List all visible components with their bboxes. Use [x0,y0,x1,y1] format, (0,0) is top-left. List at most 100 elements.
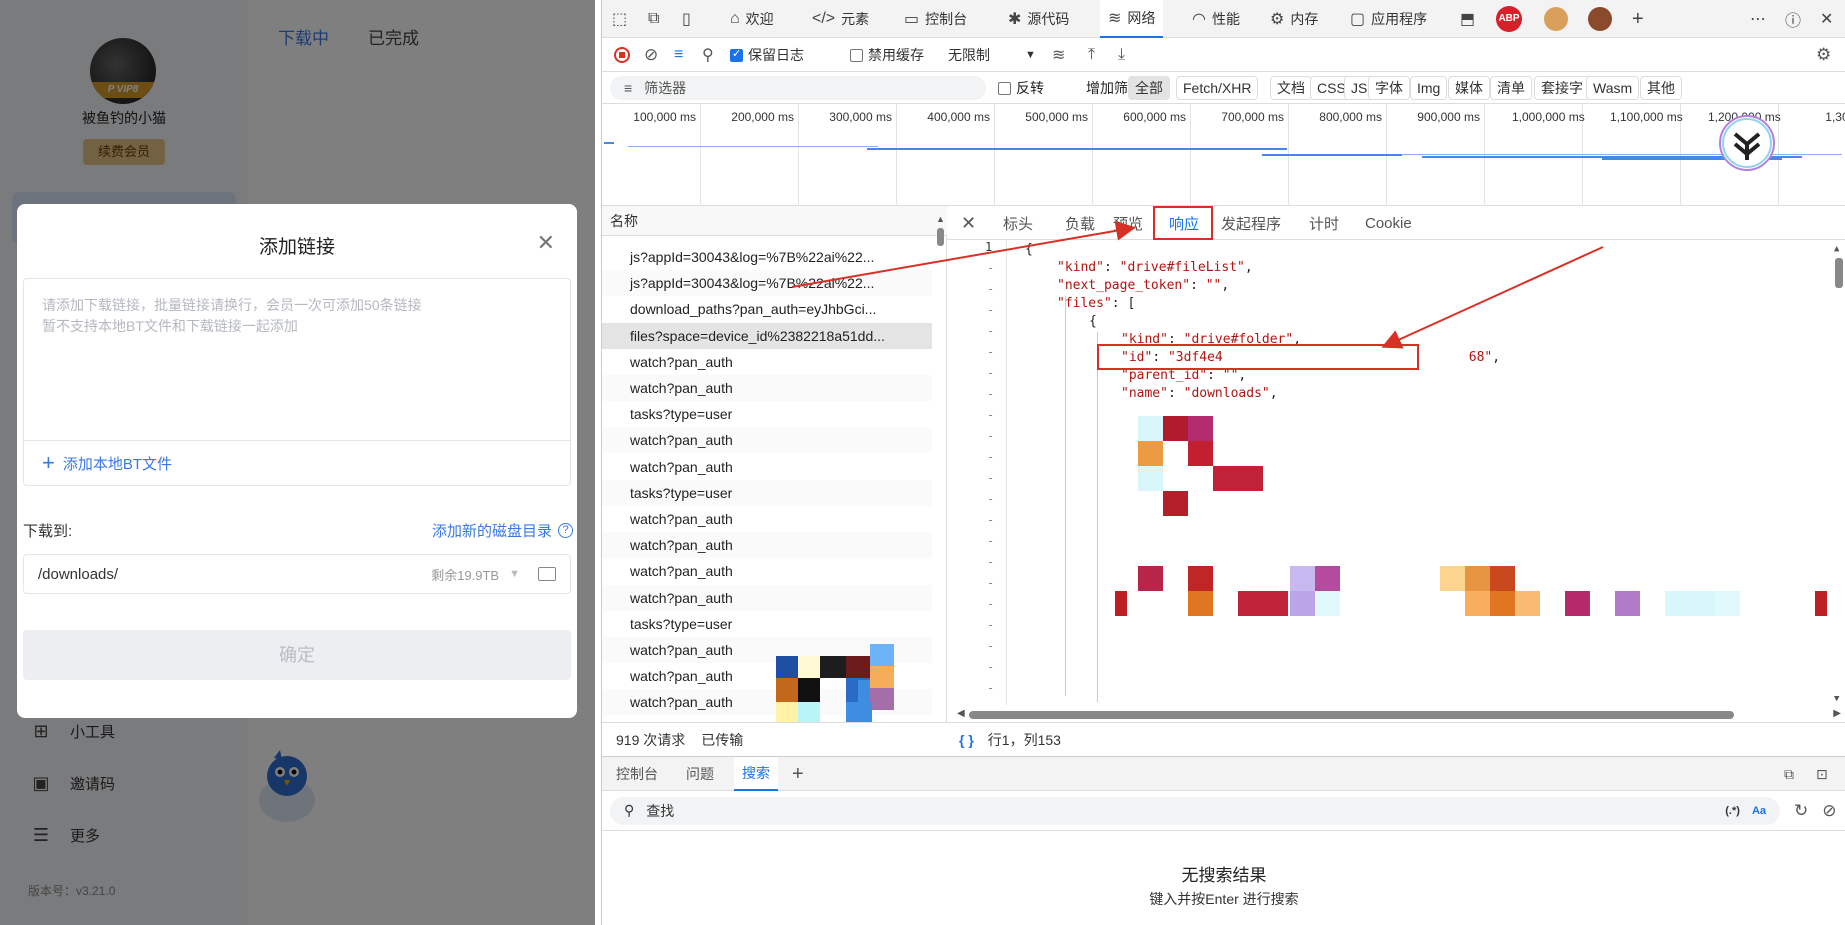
drawer-tab-issues[interactable]: 问题 [686,757,714,791]
filter-input[interactable]: ≡ 筛选器 [610,76,986,100]
confirm-button[interactable]: 确定 [23,630,571,680]
request-row[interactable]: watch?pan_auth [602,584,932,611]
request-row[interactable]: watch?pan_auth [602,454,932,480]
request-row[interactable]: watch?pan_auth [602,427,932,454]
search-icon[interactable]: ⚲ [702,38,714,72]
inspect-icon[interactable]: ⧉ [648,0,659,38]
abp-extension[interactable]: ABP [1496,0,1522,38]
regex-toggle[interactable]: (.*) [1725,805,1740,817]
timeline-gridline [1092,104,1093,206]
link-textarea[interactable]: 请添加下载链接，批量链接请换行，会员一次可添加50条链接 暂不支持本地BT文件和… [23,278,571,440]
request-row[interactable]: watch?pan_auth [602,558,932,584]
disable-cache-checkbox[interactable]: 禁用缓存 [850,38,924,72]
response-tab[interactable]: 预览 [1113,206,1143,240]
network-conditions-icon[interactable]: ≋ [1052,38,1065,72]
request-row[interactable]: watch?pan_auth [602,349,932,375]
request-row[interactable]: watch?pan_auth [602,375,932,401]
clear-icon[interactable]: ⊘ [644,38,658,72]
import-icon[interactable]: ⤒ [1088,38,1095,72]
request-row[interactable]: tasks?type=user [602,401,932,427]
tab-memory[interactable]: ⚙ 内存 [1270,0,1318,38]
help-icon[interactable]: ⓘ [1785,0,1801,38]
filter-chip[interactable]: 清单 [1490,76,1532,100]
code-line: { [1025,242,1033,257]
record-icon[interactable] [614,38,630,72]
response-tab[interactable]: 发起程序 [1221,206,1281,240]
chevron-down-icon[interactable]: ▼ [509,568,520,580]
request-row[interactable]: tasks?type=user [602,611,932,637]
response-tab[interactable]: 计时 [1309,206,1339,240]
match-case-toggle[interactable]: Aa [1752,805,1766,817]
add-tab-icon[interactable]: + [1632,0,1644,38]
toggle-device-icon[interactable]: ⬚ [612,0,627,38]
invert-checkbox[interactable]: 反转 [998,72,1044,104]
vertical-scrollbar[interactable]: ▲ ▼ [1834,244,1844,704]
preserve-log-checkbox[interactable]: 保留日志 [730,38,804,72]
request-row[interactable]: watch?pan_auth [602,532,932,559]
window-icon: ▢ [1350,11,1366,28]
plus-icon: + [42,450,55,475]
export-icon[interactable]: ⤓ [1118,38,1125,72]
request-row[interactable]: js?appId=30043&log=%7B%22ai%22... [602,244,932,270]
tab-console[interactable]: ▭ 控制台 [904,0,967,38]
tab-sources[interactable]: ✱ 源代码 [1008,0,1069,38]
request-row[interactable]: watch?pan_auth [602,506,932,532]
filter-chip[interactable]: Fetch/XHR [1176,76,1259,100]
dock-icon[interactable]: ▯ [682,0,691,38]
request-scrollbar[interactable]: ▲ ▼ [936,214,945,744]
extension-icon[interactable]: ⬒ [1460,0,1475,38]
response-tab[interactable]: 标头 [1003,206,1033,240]
response-tab[interactable]: Cookie [1365,206,1412,240]
tab-elements[interactable]: </> 元素 [812,0,869,38]
filter-chip[interactable]: 套接字 [1534,76,1590,100]
search-input[interactable]: ⚲ 查找 (.*) Aa [610,796,1780,825]
add-tab-icon[interactable]: + [792,757,804,791]
add-bt-file-button[interactable]: + 添加本地BT文件 [23,440,571,486]
folder-icon[interactable] [538,567,556,581]
close-icon[interactable]: ✕ [1820,0,1833,38]
response-tab[interactable]: 负载 [1065,206,1095,240]
remaining-space: 剩余19.9TB [431,567,500,583]
filter-chip[interactable]: 全部 [1128,76,1170,100]
horizontal-scrollbar[interactable]: ◀ ▶ [957,708,1841,720]
throttle-select[interactable]: 无限制 ▼ [948,38,1036,72]
close-icon[interactable]: ✕ [537,230,555,256]
close-drawer-icon[interactable]: ⊡ [1816,757,1828,791]
timeline-tick-label: 300,000 ms [829,110,892,124]
tab-welcome[interactable]: ⌂ 欢迎 [730,0,774,38]
drawer-tab-console[interactable]: 控制台 [616,757,658,791]
close-icon[interactable]: ✕ [961,206,976,240]
tab-performance[interactable]: ◠ 性能 [1192,0,1240,38]
refresh-icon[interactable]: ↻ [1794,801,1808,821]
more-icon[interactable]: ⋯ [1750,0,1766,38]
column-header-name[interactable]: 名称 [602,206,947,236]
cookie-icon[interactable] [1544,0,1568,38]
response-panel: ✕ 标头 负载 预览 响应 发起程序 计时 Cookie 1 ---------------… [947,206,1845,756]
network-toolbar: ⊘ ≡ ⚲ 保留日志 禁用缓存 无限制▼ ≋ ⤒ ⤓ ⚙ [602,38,1845,72]
cookie-editor-icon[interactable] [1588,0,1612,38]
add-directory-link[interactable]: 添加新的磁盘目录 ? [432,520,573,541]
filter-chip[interactable]: Wasm [1586,76,1640,100]
help-icon[interactable]: ? [558,523,573,538]
tab-network[interactable]: ≋ 网络 [1100,0,1164,38]
request-row[interactable]: tasks?type=user [602,479,932,506]
network-timeline[interactable]: 100,000 ms 200,000 ms 300,000 ms 400,000 ms… [602,104,1845,206]
filter-chip[interactable]: 媒体 [1448,76,1490,100]
tab-application[interactable]: ▢ 应用程序 [1350,0,1427,38]
filter-icon[interactable]: ≡ [674,38,683,72]
request-row[interactable]: files?space=device_id%2382218a51dd... [602,322,932,349]
filter-chip[interactable]: 文档 [1270,76,1312,100]
request-row[interactable]: download_paths?pan_auth=eyJhbGci... [602,296,932,322]
request-row[interactable]: js?appId=30043&log=%7B%22ai%22... [602,270,932,297]
filter-chip[interactable]: Img [1410,76,1448,100]
pretty-print-icon[interactable]: { } [959,732,974,748]
drawer-tab-search[interactable]: 搜索 [734,757,778,791]
filter-chip[interactable]: 其他 [1640,76,1682,100]
indent-guide [1097,332,1098,702]
settings-icon[interactable]: ⚙ [1816,38,1831,72]
response-body[interactable]: 1 --------------------- { "kind": "drive… [947,240,1845,705]
clear-icon[interactable]: ⊘ [1822,801,1836,821]
dock-drawer-icon[interactable]: ⧉ [1784,757,1794,791]
download-path-select[interactable]: /downloads/ 剩余19.9TB ▼ [23,554,571,594]
filter-chip[interactable]: 字体 [1368,76,1410,100]
